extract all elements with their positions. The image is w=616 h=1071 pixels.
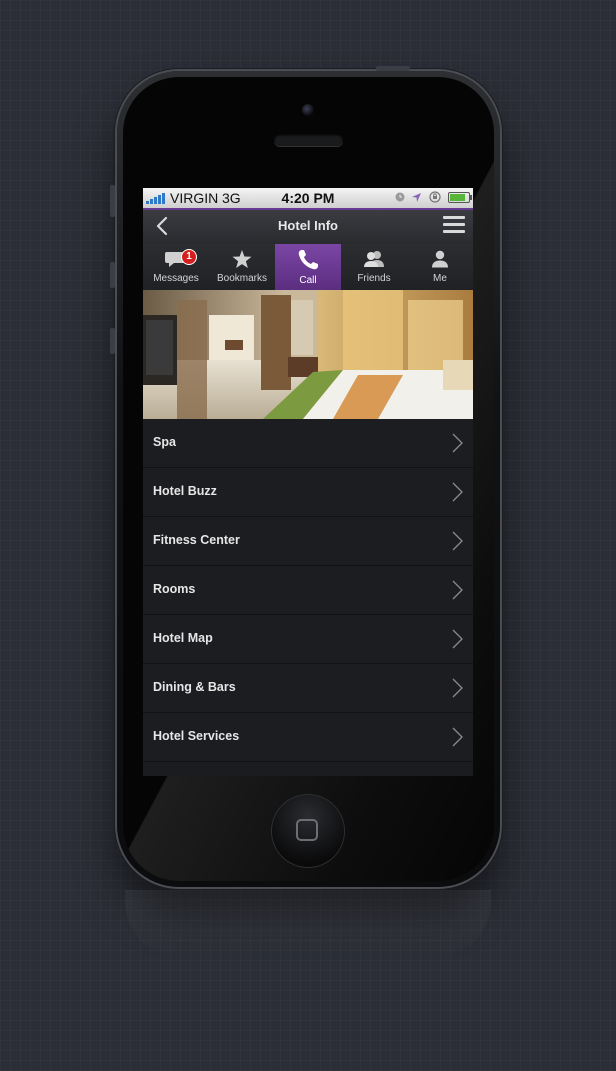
volume-down-button: [110, 328, 115, 354]
hamburger-menu-button[interactable]: [443, 216, 465, 236]
location-icon: [412, 192, 421, 202]
chevron-right-icon: [452, 629, 463, 649]
star-icon: [232, 250, 252, 268]
hotel-info-menu: Spa Hotel Buzz Fitness Center Rooms Hote…: [143, 419, 473, 762]
power-button: [376, 66, 410, 71]
clock-icon: [395, 192, 405, 202]
tab-friends[interactable]: Friends: [341, 244, 407, 290]
tab-label: Call: [299, 275, 317, 286]
chevron-right-icon: [452, 727, 463, 747]
tab-label: Friends: [357, 273, 391, 284]
menu-item-spa[interactable]: Spa: [143, 419, 473, 468]
earpiece-speaker: [274, 134, 343, 146]
menu-item-label: Dining & Bars: [153, 680, 236, 694]
navigation-bar: Hotel Info: [143, 208, 473, 245]
status-bar: VIRGIN 3G 4:20 PM: [143, 188, 473, 208]
home-button[interactable]: [272, 795, 344, 867]
tab-label: Me: [433, 273, 447, 284]
menu-item-label: Fitness Center: [153, 533, 240, 547]
tab-me[interactable]: Me: [407, 244, 473, 290]
volume-up-button: [110, 262, 115, 288]
menu-item-dining-bars[interactable]: Dining & Bars: [143, 664, 473, 713]
menu-item-rooms[interactable]: Rooms: [143, 566, 473, 615]
menu-item-label: Hotel Map: [153, 631, 213, 645]
mute-switch: [110, 185, 115, 217]
hotel-room-photo: [143, 290, 473, 419]
home-square-icon: [296, 819, 318, 841]
unread-badge: 1: [181, 249, 197, 265]
app-screen: VIRGIN 3G 4:20 PM Hotel Info 1 Messages: [143, 188, 473, 776]
menu-item-label: Rooms: [153, 582, 196, 596]
menu-item-hotel-buzz[interactable]: Hotel Buzz: [143, 468, 473, 517]
tab-bookmarks[interactable]: Bookmarks: [209, 244, 275, 290]
chevron-right-icon: [452, 678, 463, 698]
menu-item-hotel-map[interactable]: Hotel Map: [143, 615, 473, 664]
tab-call[interactable]: Call: [275, 244, 341, 290]
menu-item-label: Hotel Buzz: [153, 484, 217, 498]
phone-reflection: [125, 890, 491, 960]
chevron-right-icon: [452, 580, 463, 600]
tab-bar: 1 Messages Bookmarks Call Friends Me: [143, 244, 473, 290]
page-title: Hotel Info: [278, 218, 338, 233]
menu-item-fitness-center[interactable]: Fitness Center: [143, 517, 473, 566]
chevron-right-icon: [452, 482, 463, 502]
tab-messages[interactable]: 1 Messages: [143, 244, 209, 290]
people-icon: [364, 251, 384, 267]
status-icons: [395, 191, 472, 203]
tab-label: Bookmarks: [216, 273, 267, 284]
phone-icon: [298, 250, 318, 270]
menu-item-hotel-services[interactable]: Hotel Services: [143, 713, 473, 762]
rotation-lock-icon: [429, 191, 441, 203]
chevron-right-icon: [452, 531, 463, 551]
menu-item-label: Hotel Services: [153, 729, 240, 743]
front-camera: [302, 104, 314, 116]
person-icon: [432, 250, 448, 268]
tab-label: Messages: [153, 273, 199, 284]
menu-item-label: Spa: [153, 435, 176, 449]
chevron-right-icon: [452, 433, 463, 453]
battery-icon: [448, 191, 472, 203]
